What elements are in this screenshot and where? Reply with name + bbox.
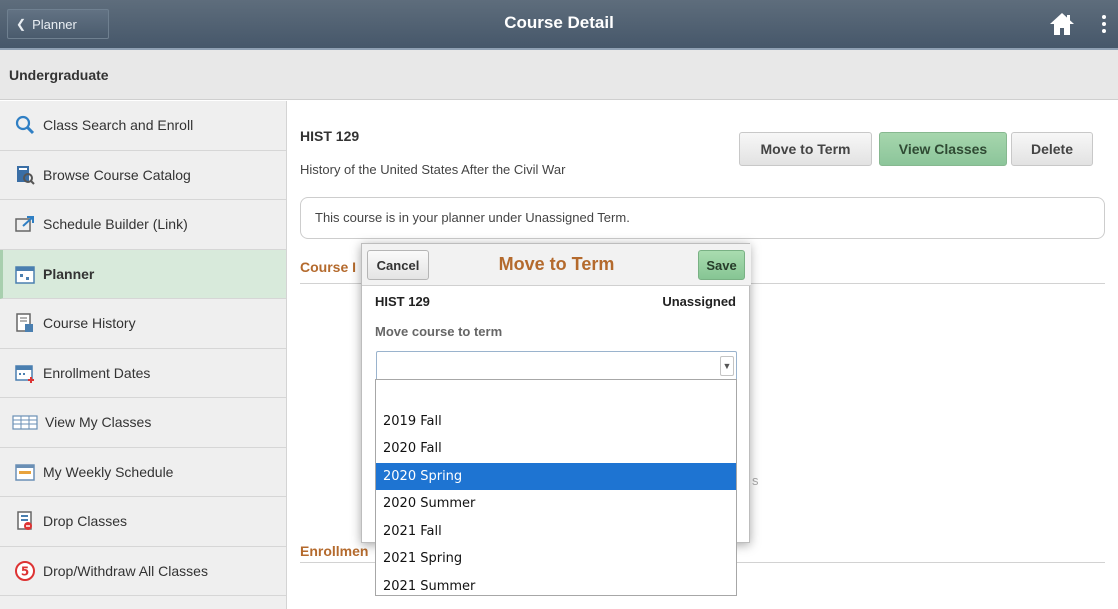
sidebar-item-course-history[interactable]: Course History [0, 299, 286, 349]
sidebar-item-planner[interactable]: Planner [0, 249, 286, 299]
term-option[interactable]: 2021 Summer [376, 573, 736, 601]
dialog-header: Cancel Move to Term Save [362, 244, 751, 286]
sidebar-item-drop-classes[interactable]: Drop Classes [0, 497, 286, 547]
svg-text:5: 5 [21, 564, 29, 578]
term-option[interactable]: 2021 Spring [376, 545, 736, 573]
back-button-label: Planner [32, 16, 77, 32]
term-select-label: Move course to term [375, 324, 503, 339]
section-heading-enrollment: Enrollmen [300, 543, 369, 559]
obscured-text: s [752, 473, 759, 488]
move-to-term-button[interactable]: Move to Term [739, 132, 872, 166]
sidebar-item-label: Drop Classes [43, 513, 128, 530]
kebab-menu-icon [1102, 15, 1106, 19]
withdraw-icon: 5 [14, 560, 36, 582]
term-dropdown-list: 2019 Fall 2020 Fall 2020 Spring 2020 Sum… [375, 379, 737, 596]
sidebar-item-label: View My Classes [45, 414, 152, 431]
course-title: History of the United States After the C… [300, 162, 566, 177]
sidebar-item-label: My Weekly Schedule [43, 463, 174, 480]
term-select[interactable]: ▼ [376, 351, 737, 381]
sidebar-item-weekly-schedule[interactable]: My Weekly Schedule [0, 448, 286, 497]
sidebar: Class Search and Enroll Browse Course Ca… [0, 101, 287, 609]
term-option-highlighted[interactable]: 2020 Spring [376, 462, 736, 490]
sidebar-item-label: Class Search and Enroll [43, 117, 194, 134]
career-label: Undergraduate [9, 67, 109, 83]
header-bar: ❮ Planner Course Detail [0, 0, 1118, 50]
delete-button[interactable]: Delete [1011, 132, 1093, 166]
sidebar-item-label: Schedule Builder (Link) [43, 216, 188, 233]
term-option[interactable]: 2020 Fall [376, 435, 736, 463]
home-button[interactable] [1047, 9, 1077, 39]
chevron-down-icon[interactable]: ▼ [720, 356, 734, 376]
sidebar-item-label: Enrollment Dates [43, 364, 151, 381]
calendar-plus-icon [14, 362, 36, 384]
term-option[interactable]: 2019 Fall [376, 408, 736, 436]
sidebar-item-label: Browse Course Catalog [43, 166, 191, 183]
cancel-button[interactable]: Cancel [367, 250, 429, 280]
catalog-icon [14, 164, 36, 186]
home-icon [1050, 13, 1074, 35]
weekly-schedule-icon [14, 461, 36, 483]
save-button[interactable]: Save [698, 250, 745, 280]
section-heading-course: Course I [300, 259, 357, 275]
back-to-planner-button[interactable]: ❮ Planner [7, 9, 109, 39]
dialog-current-term: Unassigned [662, 294, 736, 309]
sidebar-item-enrollment-dates[interactable]: Enrollment Dates [0, 349, 286, 398]
drop-icon [14, 510, 36, 532]
search-icon [14, 114, 36, 136]
course-code: HIST 129 [300, 128, 360, 144]
term-option[interactable]: 2020 Summer [376, 490, 736, 518]
course-history-icon [14, 312, 36, 334]
sidebar-item-schedule-builder[interactable]: Schedule Builder (Link) [0, 200, 286, 250]
dialog-course-code: HIST 129 [375, 294, 430, 309]
sidebar-item-browse-catalog[interactable]: Browse Course Catalog [0, 151, 286, 200]
planner-icon [14, 263, 36, 285]
term-option[interactable]: 2021 Fall [376, 518, 736, 546]
page-title: Course Detail [504, 13, 614, 32]
sidebar-item-class-search[interactable]: Class Search and Enroll [0, 101, 286, 151]
sidebar-item-drop-withdraw-all[interactable]: 5 Drop/Withdraw All Classes [0, 547, 286, 596]
chevron-left-icon: ❮ [16, 17, 27, 31]
classes-icon [12, 411, 38, 433]
actions-menu-button[interactable] [1096, 9, 1112, 39]
planner-status-message: This course is in your planner under Una… [300, 197, 1105, 239]
term-option-blank[interactable] [376, 380, 736, 408]
sidebar-item-label: Drop/Withdraw All Classes [43, 562, 208, 579]
sidebar-item-view-my-classes[interactable]: View My Classes [0, 398, 286, 448]
career-bar: Undergraduate [0, 50, 1118, 100]
sidebar-item-label: Course History [43, 315, 136, 332]
sidebar-item-label: Planner [43, 265, 95, 282]
external-link-icon [14, 213, 36, 235]
view-classes-button[interactable]: View Classes [879, 132, 1007, 166]
